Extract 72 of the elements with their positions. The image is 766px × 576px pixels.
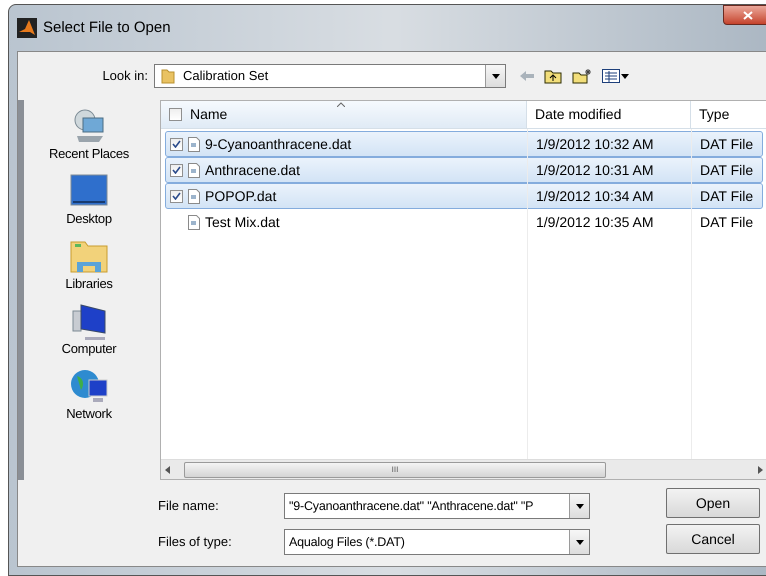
place-item[interactable]: Recent Places (49, 106, 129, 162)
file-row[interactable]: Anthracene.dat 1/9/2012 10:31 AM DAT File (165, 157, 763, 183)
place-label: Libraries (65, 276, 113, 292)
place-item[interactable]: Computer (62, 301, 116, 357)
field-label: File name: (158, 497, 220, 516)
date-cell-text: 1/9/2012 10:35 AM (535, 212, 655, 232)
dropdown-button[interactable] (485, 65, 505, 87)
file-type-dropdown[interactable]: Aqualog Files (*.DAT) (284, 529, 590, 555)
dialog-button[interactable]: Open (666, 488, 760, 518)
place-label: Recent Places (49, 146, 129, 162)
file-row[interactable]: 9-Cyanoanthracene.dat 1/9/2012 10:32 AM DAT File (165, 131, 763, 157)
file-icon (188, 136, 200, 152)
date-cell-text: 1/9/2012 10:32 AM (535, 134, 655, 154)
place-item[interactable]: Desktop (66, 171, 112, 227)
dropdown-arrow-icon (576, 540, 584, 544)
view-menu-button[interactable] (602, 69, 629, 83)
checkbox[interactable] (169, 108, 182, 121)
up-folder-icon[interactable] (544, 68, 562, 84)
checkbox[interactable] (170, 190, 183, 202)
file-name-cell-text: Anthracene.dat (205, 160, 300, 180)
dropdown-arrow-icon (621, 74, 629, 78)
scroll-right-icon[interactable] (758, 466, 763, 474)
dropdown-button[interactable] (569, 530, 589, 554)
date-cell-text: 1/9/2012 10:34 AM (535, 186, 655, 206)
date-cell-text: 1/9/2012 10:31 AM (535, 160, 655, 180)
column-title: Name (190, 105, 228, 124)
type-cell-text: DAT File (699, 160, 754, 180)
file-name-cell-text: Test Mix.dat (205, 212, 280, 232)
field-value: "9-Cyanoanthracene.dat" "Anthracene.dat" "P (288, 498, 534, 515)
dropdown-button[interactable] (569, 494, 589, 518)
column-header[interactable]: Date modified (527, 101, 691, 128)
file-name-field[interactable]: "9-Cyanoanthracene.dat" "Anthracene.dat" "P (284, 493, 590, 519)
look-in-value: Calibration Set (183, 67, 270, 86)
file-row[interactable]: Test Mix.dat 1/9/2012 10:35 AM DAT File (165, 209, 763, 235)
folder-icon (161, 68, 175, 84)
look-in-label: Look in: (101, 67, 149, 86)
dropdown-arrow-icon (576, 504, 584, 508)
check-icon (172, 192, 181, 200)
checkbox[interactable] (170, 164, 183, 176)
place-item[interactable]: Network (66, 366, 112, 422)
details-view-icon (602, 69, 620, 83)
checkbox[interactable] (170, 138, 183, 150)
horizontal-scrollbar[interactable]: III (161, 459, 766, 479)
new-folder-icon[interactable] (572, 68, 592, 84)
file-icon (188, 214, 200, 230)
field-label: Files of type: (158, 533, 233, 552)
column-header[interactable]: Type (691, 101, 766, 128)
place-item[interactable]: Libraries (65, 236, 113, 292)
file-icon (188, 188, 200, 204)
column-header[interactable]: Name (161, 101, 527, 128)
check-icon (172, 140, 181, 148)
field-value: Aqualog Files (*.DAT) (288, 534, 406, 551)
look-in-dropdown[interactable]: Calibration Set (154, 64, 506, 88)
place-label: Network (66, 406, 112, 422)
type-cell-text: DAT File (699, 186, 754, 206)
type-cell-text: DAT File (699, 212, 754, 232)
dropdown-arrow-icon (492, 74, 500, 78)
file-name-cell-text: POPOP.dat (205, 186, 276, 206)
file-icon (188, 162, 200, 178)
place-label: Desktop (66, 211, 112, 227)
dialog-button[interactable]: Cancel (666, 524, 760, 554)
scroll-left-icon[interactable] (165, 466, 170, 474)
close-icon (743, 10, 753, 20)
scrollbar-thumb[interactable]: III (184, 462, 606, 478)
file-row[interactable]: POPOP.dat 1/9/2012 10:34 AM DAT File (165, 183, 763, 209)
place-label: Computer (62, 341, 116, 357)
type-cell-text: DAT File (699, 134, 754, 154)
check-icon (172, 166, 181, 174)
close-button[interactable] (723, 5, 766, 25)
app-logo-icon (17, 18, 37, 38)
file-name-cell-text: 9-Cyanoanthracene.dat (205, 134, 352, 154)
window-title: Select File to Open (43, 18, 171, 38)
